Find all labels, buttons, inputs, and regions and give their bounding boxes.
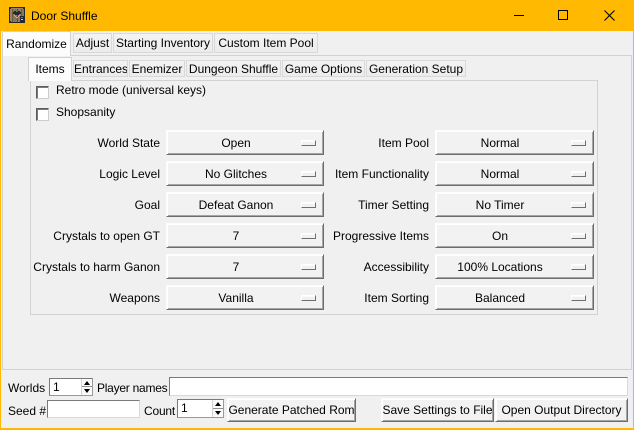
spin-down-button[interactable] [213, 409, 223, 418]
tab-game-options[interactable]: Game Options [282, 60, 365, 77]
count-spinbox[interactable]: 1 [177, 399, 224, 418]
dropdown-indicator-icon [571, 295, 586, 301]
arrow-down-icon [84, 389, 90, 393]
spin-arrows [81, 379, 92, 395]
logic-level-value: No Glitches [205, 167, 267, 181]
tab-custom-item-pool[interactable]: Custom Item Pool [214, 33, 318, 53]
tab-starting-inventory[interactable]: Starting Inventory [113, 33, 213, 53]
item-pool-label: Item Pool [269, 130, 429, 156]
titlebar[interactable]: Door Shuffle [0, 0, 634, 31]
timer-setting-value: No Timer [476, 198, 525, 212]
player-names-input[interactable] [169, 377, 628, 396]
shopsanity-label: Shopsanity [56, 105, 115, 120]
retro-mode-checkbox[interactable] [36, 86, 49, 99]
count-value: 1 [181, 400, 188, 417]
count-label: Count [144, 402, 175, 420]
item-pool-dropdown[interactable]: Normal [435, 130, 594, 155]
crystals-ganon-label: Crystals to harm Ganon [0, 254, 160, 280]
open-output-button[interactable]: Open Output Directory [495, 398, 628, 422]
item-pool-value: Normal [481, 136, 520, 150]
timer-setting-label: Timer Setting [269, 192, 429, 218]
worlds-spinbox[interactable]: 1 [49, 378, 93, 396]
dropdown-indicator-icon [571, 140, 586, 146]
window: Door Shuffle Randomize Adjust Starting I… [0, 0, 634, 430]
seed-label: Seed # [8, 402, 46, 420]
item-functionality-dropdown[interactable]: Normal [435, 161, 594, 186]
logic-level-label: Logic Level [0, 161, 160, 187]
worlds-label: Worlds [8, 379, 45, 397]
seed-input[interactable] [47, 400, 140, 418]
crystals-gt-value: 7 [233, 229, 240, 243]
dropdown-indicator-icon [571, 233, 586, 239]
spin-arrows [212, 400, 223, 417]
dropdown-indicator-icon [571, 264, 586, 270]
accessibility-value: 100% Locations [457, 260, 542, 274]
progressive-items-value: On [492, 229, 508, 243]
goal-value: Defeat Ganon [199, 198, 274, 212]
spin-up-button[interactable] [213, 400, 223, 409]
item-functionality-value: Normal [481, 167, 520, 181]
maximize-icon [558, 10, 568, 20]
tab-dungeon-shuffle[interactable]: Dungeon Shuffle [186, 60, 281, 77]
tab-randomize[interactable]: Randomize [2, 31, 71, 56]
item-sorting-dropdown[interactable]: Balanced [435, 285, 594, 310]
item-sorting-label: Item Sorting [269, 285, 429, 311]
minimize-icon [514, 15, 524, 16]
close-icon [604, 10, 615, 21]
timer-setting-dropdown[interactable]: No Timer [435, 192, 594, 217]
retro-mode-label: Retro mode (universal keys) [56, 83, 206, 98]
arrow-up-icon [84, 381, 90, 385]
tab-entrances[interactable]: Entrances [73, 60, 128, 77]
spin-up-button[interactable] [82, 379, 92, 387]
tab-items[interactable]: Items [28, 57, 72, 81]
spin-down-button[interactable] [82, 387, 92, 395]
dropdown-indicator-icon [571, 171, 586, 177]
item-sorting-value: Balanced [475, 291, 525, 305]
close-button[interactable] [596, 0, 634, 31]
world-state-label: World State [0, 130, 160, 156]
dropdown-indicator-icon [571, 202, 586, 208]
accessibility-label: Accessibility [269, 254, 429, 280]
minimize-button[interactable] [506, 0, 542, 31]
worlds-value: 1 [53, 379, 60, 395]
maximize-button[interactable] [550, 0, 586, 31]
window-title: Door Shuffle [31, 0, 98, 31]
player-names-label: Player names [97, 379, 167, 397]
arrow-down-icon [215, 411, 221, 415]
item-functionality-label: Item Functionality [269, 161, 429, 187]
weapons-value: Vanilla [218, 291, 253, 305]
tab-adjust[interactable]: Adjust [73, 33, 112, 53]
progressive-items-label: Progressive Items [269, 223, 429, 249]
crystals-gt-label: Crystals to open GT [0, 223, 160, 249]
weapons-label: Weapons [0, 285, 160, 311]
tab-enemizer[interactable]: Enemizer [129, 60, 185, 77]
progressive-items-dropdown[interactable]: On [435, 223, 594, 248]
world-state-value: Open [221, 136, 250, 150]
accessibility-dropdown[interactable]: 100% Locations [435, 254, 594, 279]
arrow-up-icon [215, 402, 221, 406]
generate-button[interactable]: Generate Patched Rom [227, 398, 356, 422]
crystals-ganon-value: 7 [233, 260, 240, 274]
goal-label: Goal [0, 192, 160, 218]
tab-generation-setup[interactable]: Generation Setup [366, 60, 466, 77]
shopsanity-checkbox[interactable] [36, 108, 49, 121]
app-icon [9, 7, 25, 23]
save-settings-button[interactable]: Save Settings to File [381, 398, 494, 422]
